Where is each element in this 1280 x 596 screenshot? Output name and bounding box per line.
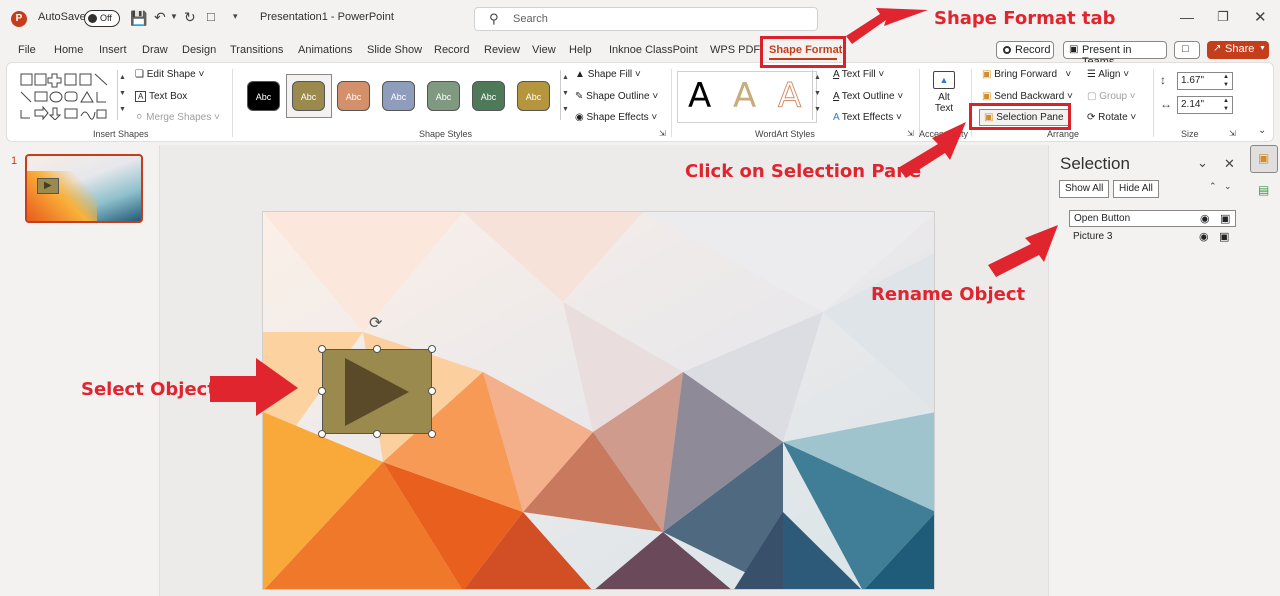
arrow-to-selection-list <box>988 225 1058 277</box>
annotation-arrows <box>210 8 1058 416</box>
arrow-to-shape-format-tab <box>846 8 928 44</box>
arrow-to-selected-object <box>210 358 298 416</box>
arrow-to-selection-pane-button <box>898 122 966 178</box>
